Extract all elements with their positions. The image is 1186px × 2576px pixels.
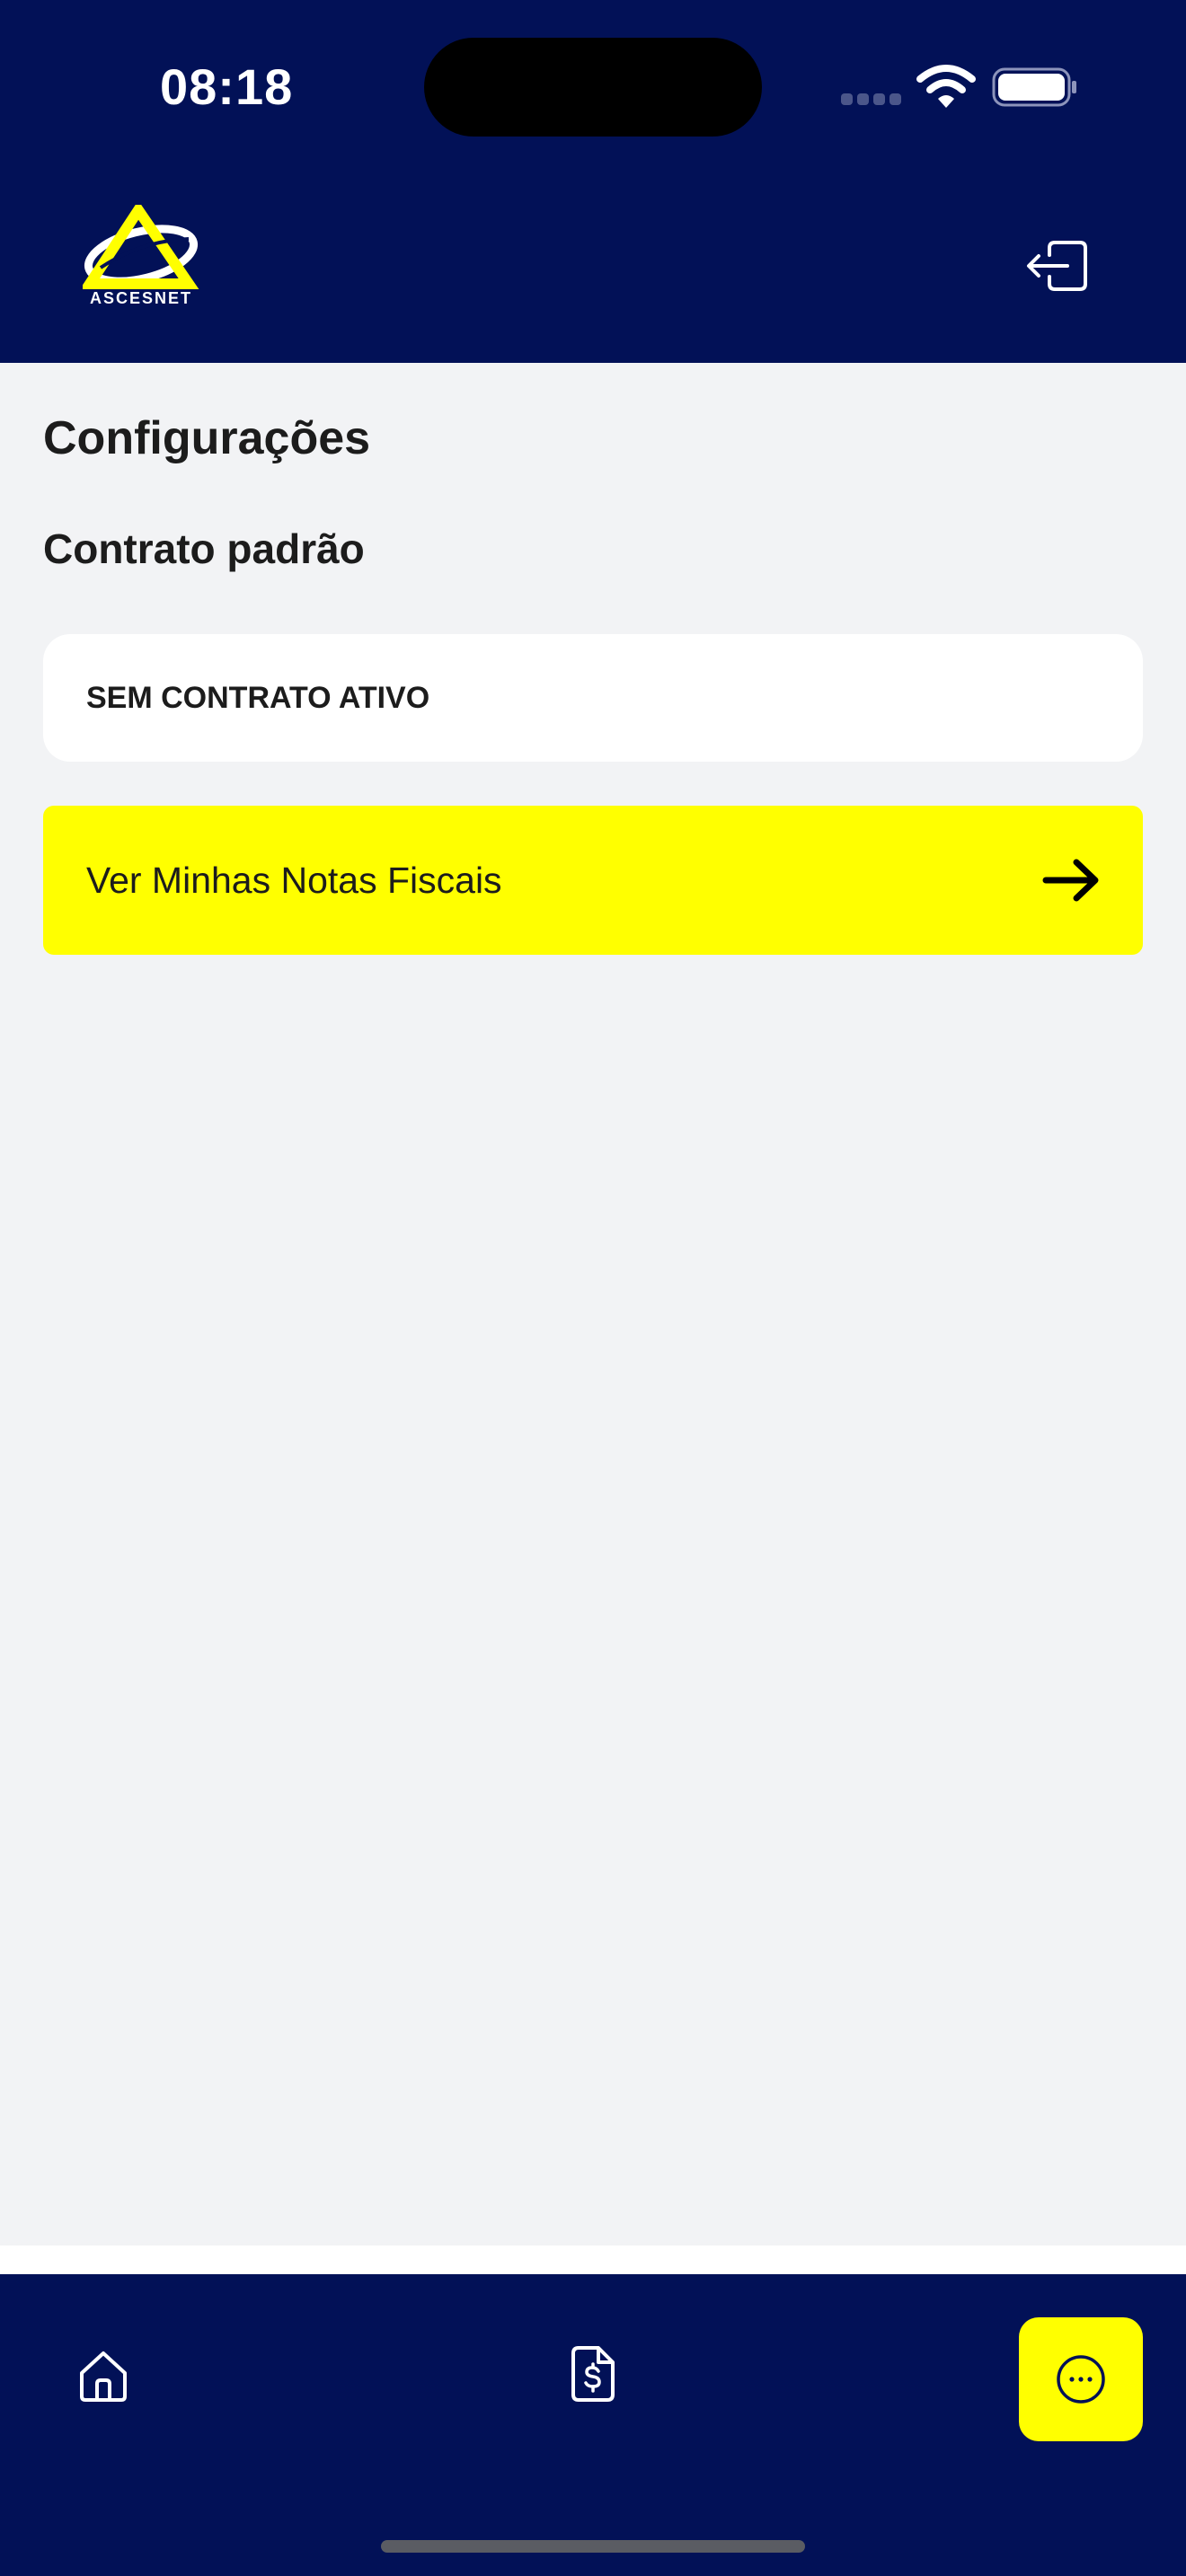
battery-icon bbox=[992, 67, 1076, 107]
view-invoices-label: Ver Minhas Notas Fiscais bbox=[86, 859, 502, 901]
arrow-right-icon bbox=[1042, 859, 1099, 902]
bottom-tab-bar bbox=[0, 2274, 1186, 2576]
chat-button[interactable] bbox=[1019, 2317, 1143, 2441]
default-contract-card[interactable]: SEM CONTRATO ATIVO bbox=[43, 634, 1143, 762]
content-bottom-edge bbox=[0, 2245, 1186, 2274]
home-icon[interactable] bbox=[77, 2350, 129, 2404]
page-title: Configurações bbox=[43, 412, 371, 464]
status-bar-time: 08:18 bbox=[160, 58, 294, 115]
cellular-signal-icon bbox=[841, 93, 902, 106]
chat-icon bbox=[1057, 2355, 1105, 2404]
contract-status-text: SEM CONTRATO ATIVO bbox=[86, 680, 430, 715]
dynamic-island bbox=[424, 38, 762, 137]
view-invoices-button[interactable]: Ver Minhas Notas Fiscais bbox=[43, 806, 1143, 955]
app-header: 08:18 ASCESNET bbox=[0, 0, 1186, 363]
home-indicator[interactable] bbox=[381, 2540, 805, 2553]
logout-icon[interactable] bbox=[1024, 237, 1091, 295]
section-title-default-contract: Contrato padrão bbox=[43, 525, 365, 572]
invoice-dollar-icon[interactable] bbox=[571, 2346, 615, 2402]
logo-wordmark: ASCESNET bbox=[89, 289, 192, 307]
wifi-icon bbox=[916, 65, 976, 108]
